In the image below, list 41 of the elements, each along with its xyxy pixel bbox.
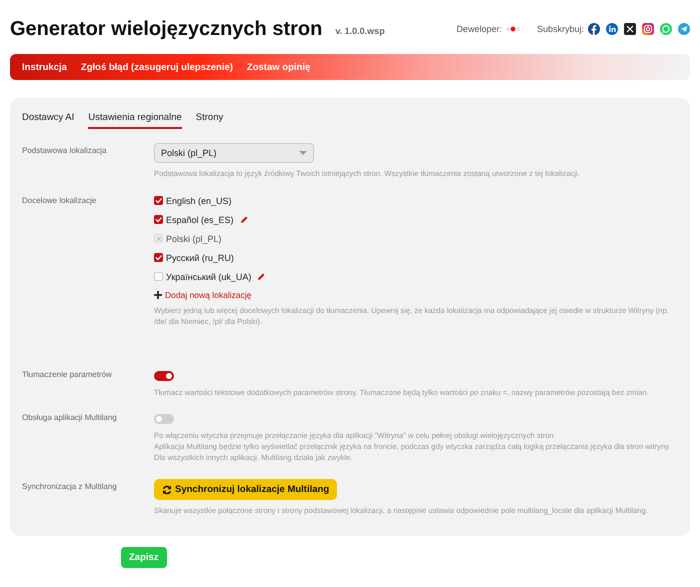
locale-label: English (en_US) — [166, 196, 232, 206]
caret-icon — [299, 151, 307, 155]
pencil-icon[interactable] — [240, 215, 249, 224]
locale-label: Español (es_ES) — [166, 214, 234, 224]
setting-label: Obsługa aplikacji Multilang — [22, 413, 117, 422]
tab[interactable]: Dostawcy AI — [22, 110, 74, 129]
pencil-icon[interactable] — [257, 272, 266, 281]
version-label: v. 1.0.0.wsp — [335, 26, 385, 36]
linkedin-icon[interactable] — [606, 23, 618, 35]
developer-label: Deweloper: — [456, 24, 502, 34]
locale-label: Polski (pl_PL) — [166, 234, 222, 244]
locale-dropdown[interactable]: Polski (pl_PL) — [154, 143, 314, 163]
checkbox[interactable] — [154, 196, 163, 205]
check-icon — [155, 254, 162, 261]
developer-logo-icon[interactable] — [504, 25, 521, 33]
instagram-icon[interactable] — [642, 23, 654, 35]
checkbox[interactable] — [154, 215, 163, 224]
tab[interactable]: Strony — [196, 110, 224, 129]
refresh-icon — [162, 484, 172, 494]
locale-label: Український (uk_UA) — [166, 272, 252, 282]
nav-link[interactable]: Instrukcja — [22, 62, 67, 72]
add-locale-link[interactable]: Dodaj nową lokalizację — [165, 290, 252, 300]
plus-icon — [154, 291, 162, 299]
toggle-switch[interactable] — [154, 414, 174, 424]
setting-label: Podstawowa lokalizacja — [22, 146, 106, 155]
setting-label: Tłumaczenie parametrów — [22, 370, 112, 379]
check-icon — [155, 216, 162, 223]
app-title: Generator wielojęzycznych stron — [10, 18, 322, 40]
checkbox[interactable] — [154, 253, 163, 262]
setting-label: Docelowe lokalizacje — [22, 196, 96, 205]
subscribe-label: Subskrybuj: — [536, 24, 584, 34]
facebook-icon[interactable] — [588, 23, 600, 35]
nav-link[interactable]: Zgłoś błąd (zasugeruj ulepszenie) — [80, 62, 233, 72]
locale-label: Русский (ru_RU) — [166, 252, 234, 262]
toggle-switch[interactable] — [154, 371, 174, 381]
tab[interactable]: Ustawienia regionalne — [88, 110, 182, 129]
x-icon[interactable] — [624, 23, 636, 35]
check-icon — [155, 197, 162, 204]
telegram-icon[interactable] — [678, 23, 690, 35]
sync-button[interactable]: Synchronizuj lokalizacje Multilang — [154, 479, 338, 500]
setting-label: Synchronizacja z Multilang — [22, 482, 117, 491]
